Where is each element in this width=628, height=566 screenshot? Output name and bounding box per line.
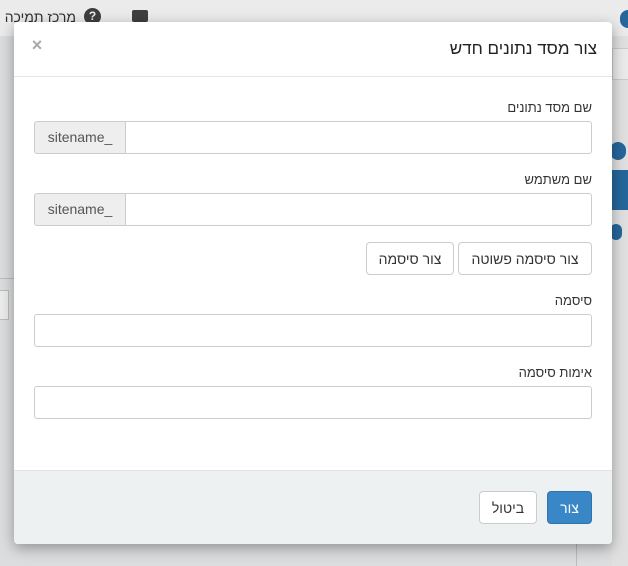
username-input-group: sitename_ [34, 193, 592, 226]
db-name-input[interactable] [125, 121, 592, 154]
create-button[interactable]: צור [547, 491, 592, 524]
cancel-button[interactable]: ביטול [479, 491, 537, 524]
db-name-label: שם מסד נתונים [507, 100, 592, 115]
close-icon[interactable]: × [28, 35, 46, 55]
password-input-group [34, 314, 592, 347]
modal-title: צור מסד נתונים חדש [449, 39, 597, 58]
confirm-password-input-group [34, 386, 592, 419]
username-label: שם משתמש [524, 172, 593, 187]
confirm-password-input[interactable] [34, 386, 592, 419]
password-input[interactable] [34, 314, 592, 347]
db-name-input-group: sitename_ [34, 121, 592, 154]
modal-footer: צור ביטול [14, 470, 612, 544]
modal-header: צור מסד נתונים חדש × [14, 22, 612, 77]
create-database-modal: צור מסד נתונים חדש × שם מסד נתונים siten… [14, 22, 612, 544]
confirm-password-label: אימות סיסמה [518, 365, 592, 380]
generate-simple-password-button[interactable]: צור סיסמה פשוטה [458, 242, 592, 275]
password-label: סיסמה [554, 293, 592, 308]
db-name-prefix: sitename_ [34, 121, 126, 154]
generate-password-button[interactable]: צור סיסמה [366, 242, 454, 275]
username-input[interactable] [125, 193, 592, 226]
username-prefix: sitename_ [34, 193, 126, 226]
